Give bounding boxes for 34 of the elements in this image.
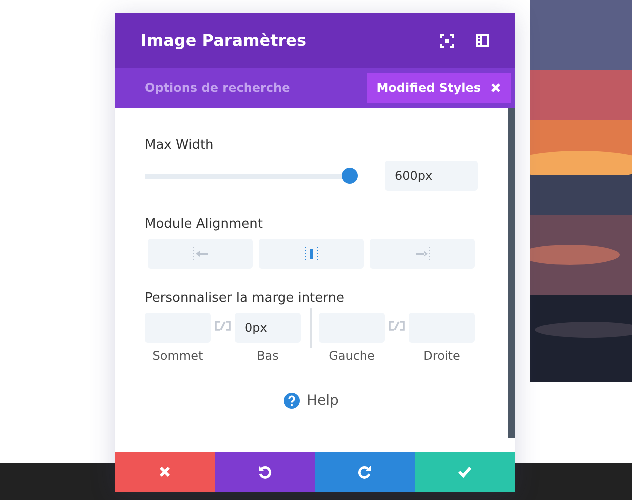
link-icon[interactable] [214, 321, 232, 331]
input-field[interactable]: 0px [235, 313, 301, 343]
alignment-button[interactable] [370, 239, 475, 269]
link-icon[interactable] [388, 321, 406, 331]
undo-icon [258, 465, 272, 479]
fullscreen-icon[interactable] [440, 34, 454, 48]
alignment-button[interactable] [148, 239, 253, 269]
field-label: Personnaliser la marge interne [145, 291, 346, 306]
scrollbar[interactable] [508, 108, 515, 438]
check-icon [458, 466, 472, 478]
field-caption: Sommet [152, 349, 204, 363]
cancel-button[interactable] [115, 452, 215, 492]
sidebar-icon[interactable] [476, 34, 489, 47]
save-button[interactable] [415, 452, 515, 492]
field-caption: Bas [257, 349, 279, 363]
tab[interactable]: Modified Styles [366, 73, 511, 103]
field-label: Module Alignment [145, 217, 264, 232]
undo-button[interactable] [215, 452, 315, 492]
help-icon [284, 393, 300, 409]
align-left-icon [192, 247, 208, 261]
field-caption: Gauche [329, 349, 375, 363]
align-right-icon [414, 247, 430, 261]
input-field[interactable]: 600px [385, 161, 478, 191]
field-label: Max Width [145, 138, 215, 153]
modal-title: Image Paramètres [141, 31, 308, 50]
redo-icon [358, 465, 372, 479]
alignment-button[interactable] [259, 239, 364, 269]
align-center-icon [304, 247, 320, 261]
field-caption: Droite [424, 349, 460, 363]
help-link[interactable]: Help [145, 393, 478, 409]
redo-button[interactable] [315, 452, 415, 492]
slider-thumb[interactable] [342, 168, 358, 184]
close-icon [159, 466, 171, 478]
close-icon[interactable] [491, 83, 501, 93]
